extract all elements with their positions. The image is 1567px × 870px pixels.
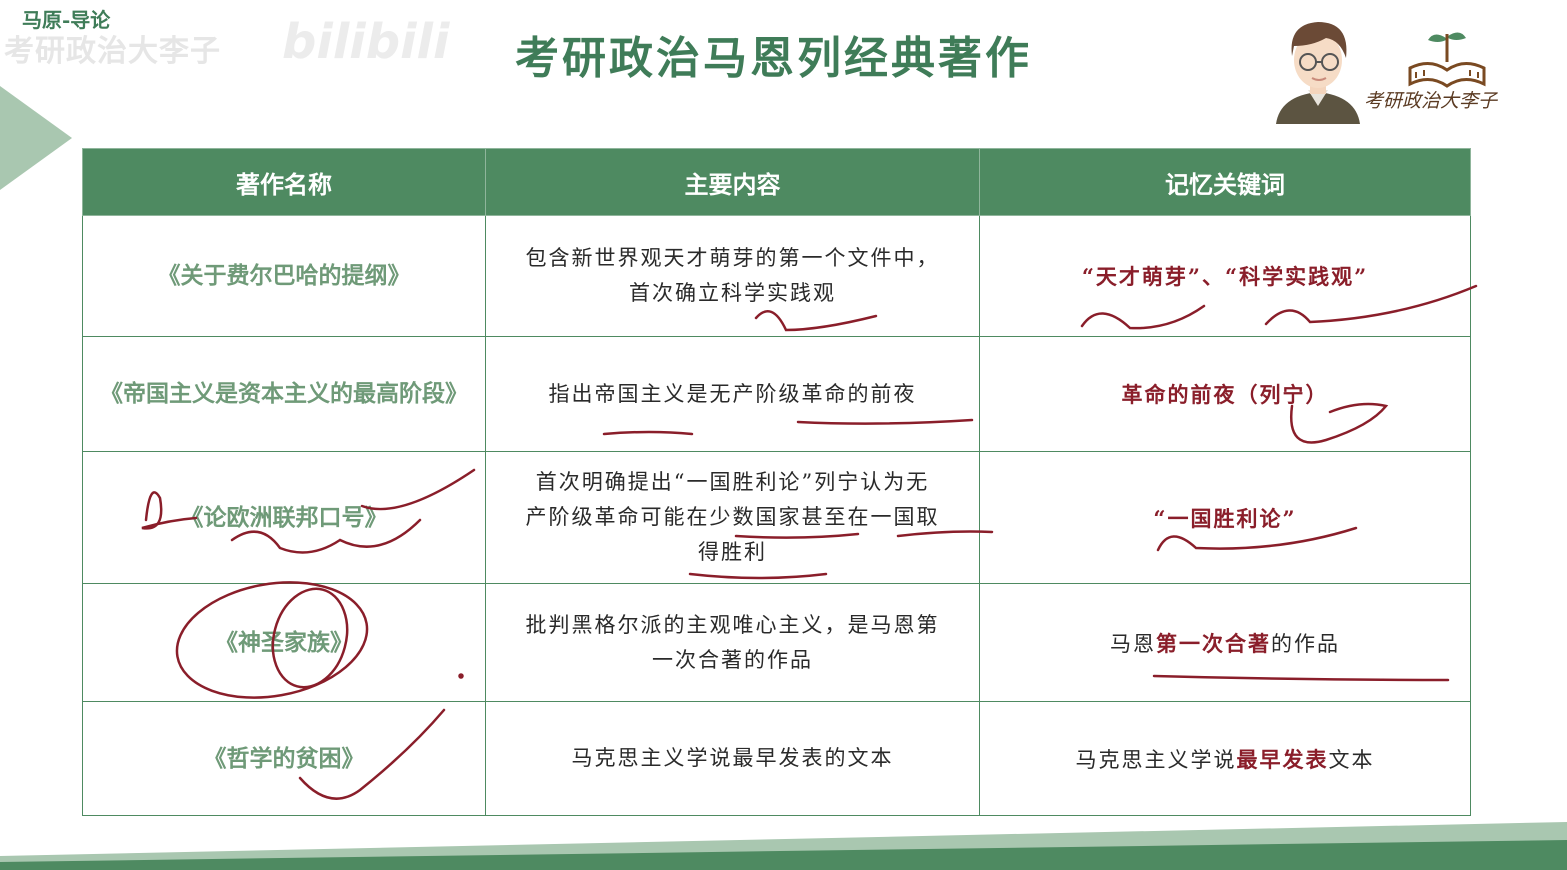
col-header-content: 主要内容 [485,148,980,216]
brand-name: 考研政治大李子 [1364,90,1498,112]
work-keyword: “一国胜利论” [979,451,1471,584]
work-content: 批判黑格尔派的主观唯心主义，是马恩第 一次合著的作品 [485,583,980,702]
col-header-keyword: 记忆关键词 [979,148,1471,216]
work-title: 《帝国主义是资本主义的最高阶段》 [82,336,486,452]
work-title: 《关于费尔巴哈的提纲》 [82,215,486,337]
side-arrow-decoration [0,86,72,190]
works-table: 著作名称 主要内容 记忆关键词 《关于费尔巴哈的提纲》 包含新世界观天才萌芽的第… [82,148,1471,816]
work-title: 《神圣家族》 [82,583,486,702]
content-line: 一次合著的作品 [652,647,813,672]
work-content: 首次明确提出“一国胜利论”列宁认为无 产阶级革命可能在少数国家甚至在一国取 得胜… [485,451,980,584]
work-content: 马克思主义学说最早发表的文本 [485,701,980,816]
keyword-suffix: 文本 [1328,747,1375,772]
table-row: 《神圣家族》 批判黑格尔派的主观唯心主义，是马恩第 一次合著的作品 马恩第一次合… [82,583,1471,702]
table-row: 《关于费尔巴哈的提纲》 包含新世界观天才萌芽的第一个文件中， 首次确立科学实践观… [82,215,1471,337]
keyword-prefix: 马克思主义学说 [1075,747,1237,772]
bottom-band-decoration [0,822,1567,870]
keyword-suffix: 的作品 [1271,631,1340,656]
col-header-title: 著作名称 [82,148,486,216]
table-header-row: 著作名称 主要内容 记忆关键词 [82,148,1471,216]
content-line: 产阶级革命可能在少数国家甚至在一国取 [525,505,940,529]
content-line: 指出帝国主义是无产阶级革命的前夜 [548,381,917,406]
keyword-highlight: 第一次合著 [1156,630,1271,656]
keyword-highlight: 革命的前夜（列宁） [1121,382,1329,407]
table-row: 《论欧洲联邦口号》 首次明确提出“一国胜利论”列宁认为无 产阶级革命可能在少数国… [82,451,1471,584]
content-line: 包含新世界观天才萌芽的第一个文件中， [525,246,940,270]
work-keyword: “天才萌芽”、“科学实践观” [979,215,1471,337]
work-keyword: 马恩第一次合著的作品 [979,583,1471,702]
content-line: 首次明确提出“一国胜利论”列宁认为无 [535,470,930,494]
keyword-highlight: 最早发表 [1236,746,1329,772]
table-row: 《哲学的贫困》 马克思主义学说最早发表的文本 马克思主义学说最早发表文本 [82,701,1471,816]
work-content: 包含新世界观天才萌芽的第一个文件中， 首次确立科学实践观 [485,215,980,337]
work-keyword: 马克思主义学说最早发表文本 [979,701,1471,816]
brand-block: 考研政治大李子 [1272,16,1542,126]
content-line: 批判黑格尔派的主观唯心主义，是马恩第 [525,612,940,637]
keyword-prefix: 马恩 [1110,631,1156,656]
content-line: 马克思主义学说最早发表的文本 [571,746,894,770]
keyword-highlight: “天才萌芽”、“科学实践观” [1081,264,1369,289]
work-content: 指出帝国主义是无产阶级革命的前夜 [485,336,980,452]
work-title: 《哲学的贫困》 [82,701,486,816]
content-line: 首次确立科学实践观 [629,281,836,305]
content-line: 得胜利 [698,540,767,564]
table-row: 《帝国主义是资本主义的最高阶段》 指出帝国主义是无产阶级革命的前夜 革命的前夜（… [82,336,1471,452]
keyword-highlight: “一国胜利论” [1153,505,1297,531]
work-title: 《论欧洲联邦口号》 [82,451,486,584]
avatar-illustration [1276,22,1360,124]
work-keyword: 革命的前夜（列宁） [979,336,1471,452]
